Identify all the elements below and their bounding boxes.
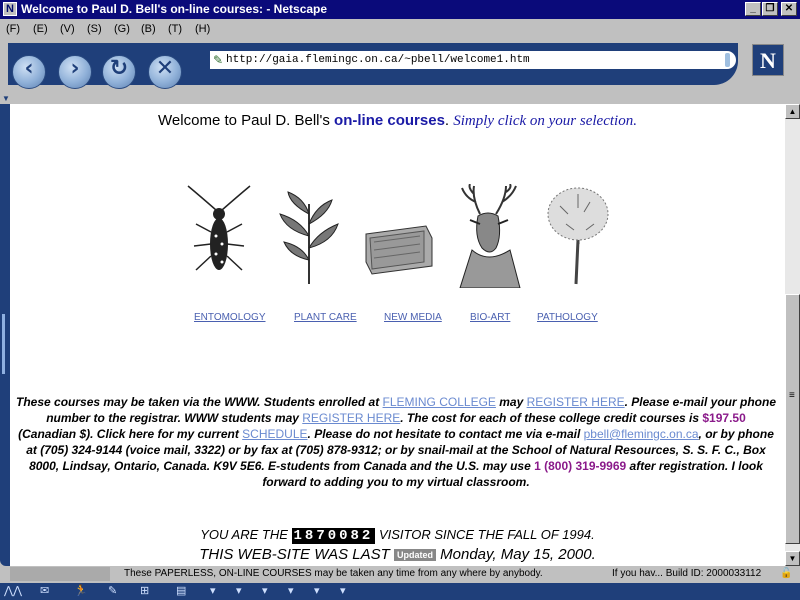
netscape-logo[interactable]: N — [752, 44, 784, 76]
im-icon[interactable]: ▤ — [176, 584, 186, 597]
para-text-2: may — [495, 395, 527, 409]
mail-icon[interactable]: ✉ — [40, 584, 49, 597]
plant-image[interactable] — [270, 184, 348, 288]
course-price: $197.50 — [702, 411, 746, 425]
menu-help[interactable]: (H) — [195, 23, 210, 35]
course-info-paragraph: These courses may be taken via the WWW. … — [16, 394, 776, 490]
toolbar-panel: ‹ › ↻ ✕ ✎ http://gaia.flemingc.on.ca/~pb… — [8, 43, 738, 89]
welcome-sep: . — [444, 112, 454, 129]
email-link[interactable]: pbell@flemingc.on.ca — [584, 427, 699, 441]
compose-icon[interactable]: ✎ — [108, 584, 117, 597]
course-link-pathology[interactable]: PATHOLOGY — [537, 312, 598, 323]
close-button[interactable]: ✕ — [781, 2, 797, 16]
fleming-college-link[interactable]: FLEMING COLLEGE — [383, 395, 496, 409]
sidebar-strip[interactable] — [0, 104, 10, 566]
para-text-4: . The cost for each of these college cre… — [400, 411, 703, 425]
toolbar-grip-icon[interactable]: ▼ — [2, 94, 10, 103]
welcome-prefix: Welcome to Paul D. Bell's — [158, 112, 335, 129]
register-here-link-1[interactable]: REGISTER HERE — [527, 395, 625, 409]
menu-bookmarks[interactable]: (B) — [141, 23, 156, 35]
menu-tools[interactable]: (T) — [168, 23, 182, 35]
deer-image[interactable] — [450, 184, 528, 288]
menu-file[interactable]: (F) — [6, 23, 20, 35]
url-bar-end — [725, 53, 730, 67]
thumb-grip-icon: ≡ — [789, 390, 795, 401]
build-id: If you hav... Build ID: 2000033112 — [612, 568, 762, 579]
visitor-line: YOU ARE THE 1870082 VISITOR SINCE THE FA… — [10, 527, 785, 544]
para-text-6: . Please do not hesitate to contact me v… — [307, 427, 584, 441]
component-bar: ⋀⋀ ✉ 🏃 ✎ ⊞ ▤ ▾ ▾ ▾ ▾ ▾ ▾ — [0, 583, 800, 600]
welcome-end: . — [633, 113, 637, 129]
vertical-scrollbar[interactable]: ▲ ≡ ▼ — [785, 104, 800, 566]
beetle-image[interactable] — [180, 184, 258, 288]
taskbar-dropdown-3-icon[interactable]: ▾ — [262, 584, 268, 597]
tree-image[interactable] — [540, 184, 618, 288]
title-bar: N Welcome to Paul D. Bell's on-line cour… — [0, 0, 800, 19]
navigation-toolbar: ‹ › ↻ ✕ ✎ http://gaia.flemingc.on.ca/~pb… — [0, 40, 800, 89]
taskbar-dropdown-2-icon[interactable]: ▾ — [236, 584, 242, 597]
maximize-button[interactable]: ❐ — [762, 2, 778, 16]
para-text-5: (Canadian $). Click here for my current — [18, 427, 243, 441]
toll-free-phone: 1 (800) 319-9969 — [534, 459, 627, 473]
new-media-image[interactable] — [360, 184, 438, 288]
reload-icon[interactable]: ↻ — [102, 55, 136, 89]
updated-prefix: THIS WEB-SITE WAS LAST — [199, 546, 390, 563]
scroll-down-icon[interactable]: ▼ — [785, 551, 800, 566]
netscape-app-icon: N — [3, 2, 17, 16]
course-link-plant-care[interactable]: PLANT CARE — [294, 312, 357, 323]
visitor-prefix: YOU ARE THE — [200, 527, 288, 542]
course-link-entomology[interactable]: ENTOMOLOGY — [194, 312, 266, 323]
visitor-counter: 1870082 — [291, 527, 376, 544]
page-content: Welcome to Paul D. Bell's on-line course… — [10, 104, 785, 566]
menu-view[interactable]: (V) — [60, 23, 75, 35]
menu-search[interactable]: (S) — [87, 23, 102, 35]
visitor-suffix: VISITOR SINCE THE FALL OF 1994. — [378, 527, 595, 542]
forward-icon[interactable]: › — [58, 55, 92, 89]
taskbar-dropdown-5-icon[interactable]: ▾ — [314, 584, 320, 597]
url-text[interactable]: http://gaia.flemingc.on.ca/~pbell/welcom… — [226, 54, 530, 66]
taskbar-dropdown-6-icon[interactable]: ▾ — [340, 584, 346, 597]
welcome-heading: Welcome to Paul D. Bell's on-line course… — [10, 112, 785, 130]
lock-icon[interactable]: 🔓 — [780, 568, 792, 580]
welcome-courses: on-line courses — [334, 112, 445, 129]
stop-icon[interactable]: ✕ — [148, 55, 182, 89]
back-icon[interactable]: ‹ — [12, 55, 46, 89]
schedule-link[interactable]: SCHEDULE — [242, 427, 307, 441]
scroll-up-icon[interactable]: ▲ — [785, 104, 800, 119]
page-proxy-icon: ✎ — [213, 53, 224, 67]
minimize-button[interactable]: _ — [745, 2, 761, 16]
menu-bar: (F) (E) (V) (S) (G) (B) (T) (H) — [0, 19, 800, 40]
url-bar[interactable]: ✎ http://gaia.flemingc.on.ca/~pbell/welc… — [208, 49, 738, 71]
taskbar-dropdown-4-icon[interactable]: ▾ — [288, 584, 294, 597]
scroll-thumb[interactable]: ≡ — [785, 294, 800, 544]
progress-area — [10, 567, 110, 581]
status-text: These PAPERLESS, ON-LINE COURSES may be … — [124, 568, 543, 579]
menu-go[interactable]: (G) — [114, 23, 130, 35]
status-bar: These PAPERLESS, ON-LINE COURSES may be … — [0, 566, 800, 583]
menu-edit[interactable]: (E) — [33, 23, 48, 35]
runner-icon[interactable]: 🏃 — [74, 584, 88, 597]
para-text-1: These courses may be taken via the WWW. … — [16, 395, 383, 409]
updated-date: Monday, May 15, 2000. — [440, 546, 596, 563]
window-title: Welcome to Paul D. Bell's on-line course… — [21, 2, 328, 16]
updated-line: THIS WEB-SITE WAS LAST Updated Monday, M… — [10, 546, 785, 563]
welcome-instruction: Simply click on your selection — [453, 113, 634, 129]
course-link-bio-art[interactable]: BIO-ART — [470, 312, 510, 323]
component-icon[interactable]: ⋀⋀ — [4, 584, 22, 597]
taskbar-dropdown-1-icon[interactable]: ▾ — [210, 584, 216, 597]
sidebar-tab[interactable] — [2, 314, 5, 374]
updated-badge: Updated — [393, 549, 436, 562]
course-link-new-media[interactable]: NEW MEDIA — [384, 312, 442, 323]
register-here-link-2[interactable]: REGISTER HERE — [302, 411, 400, 425]
address-book-icon[interactable]: ⊞ — [140, 584, 149, 597]
